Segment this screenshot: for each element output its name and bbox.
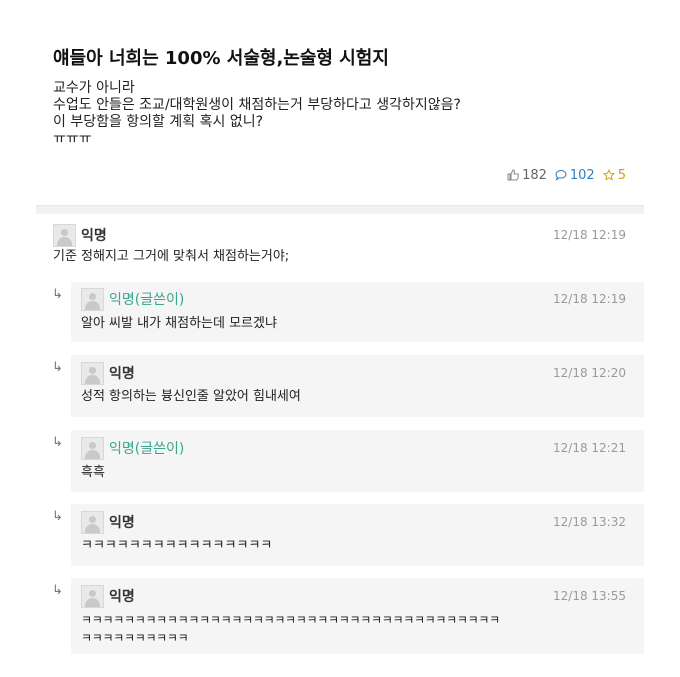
post-stats: 182 102 5: [507, 168, 626, 183]
reply-time: 12/18 13:55: [553, 589, 626, 603]
reply-author: 익명: [109, 515, 135, 531]
reply-author: 익명: [109, 589, 135, 605]
thumbs-up-icon: [507, 168, 519, 183]
comment-bubble-icon: [555, 169, 567, 183]
comment-time: 12/18 12:19: [553, 228, 626, 242]
anonymous-avatar-icon: [81, 511, 104, 534]
post-body: 교수가 아니라 수업도 안들은 조교/대학원생이 채점하는거 부당하다고 생각하…: [53, 80, 461, 148]
anonymous-avatar-icon: [81, 585, 104, 608]
post-title: 얘들아 너희는 100% 서술형,논술형 시험지: [53, 48, 389, 69]
reply-text: ㅋㅋㅋㅋㅋㅋㅋㅋㅋㅋㅋㅋㅋㅋㅋㅋ: [81, 538, 273, 553]
reply-author: 익명: [109, 366, 135, 382]
post-body-line: 이 부당함을 항의할 계획 혹시 없니?: [53, 114, 264, 130]
reply-arrow-icon: ↳: [52, 360, 63, 375]
post-body-line: ㅠㅠㅠ: [53, 131, 92, 147]
section-divider: [36, 205, 644, 214]
reply-arrow-icon: ↳: [52, 509, 63, 524]
star-icon: [602, 168, 615, 183]
reply-item: 익명(글쓴이) 12/18 12:21 흑흑: [71, 430, 644, 492]
reply-author: 익명(글쓴이): [109, 292, 185, 308]
reply-arrow-icon: ↳: [52, 287, 63, 302]
scrap-count: 5: [617, 168, 626, 183]
reply-arrow-icon: ↳: [52, 583, 63, 598]
reply-time: 12/18 12:19: [553, 292, 626, 306]
comment-text: 기준 정해지고 그거에 맞춰서 채점하는거야;: [53, 249, 290, 264]
reply-arrow-icon: ↳: [52, 435, 63, 450]
comment-count-button[interactable]: 102: [555, 168, 595, 183]
comment-count: 102: [569, 168, 595, 183]
reply-text-line: ㅋㅋㅋㅋㅋㅋㅋㅋㅋㅋ: [81, 631, 189, 645]
reply-text: 성적 항의하는 븅신인줄 알았어 힘내세여: [81, 389, 301, 404]
scrap-button[interactable]: 5: [602, 168, 626, 183]
comment-item: 익명 12/18 12:19 기준 정해지고 그거에 맞춰서 채점하는거야;: [36, 214, 644, 278]
anonymous-avatar-icon: [81, 288, 104, 311]
reply-text: 알아 씨발 내가 채점하는데 모르겠냐: [81, 316, 277, 331]
like-button[interactable]: 182: [507, 168, 547, 183]
post-body-line: 교수가 아니라: [53, 80, 135, 96]
anonymous-avatar-icon: [81, 437, 104, 460]
reply-time: 12/18 12:20: [553, 366, 626, 380]
reply-text-line: ㅋㅋㅋㅋㅋㅋㅋㅋㅋㅋㅋㅋㅋㅋㅋㅋㅋㅋㅋㅋㅋㅋㅋㅋㅋㅋㅋㅋㅋㅋㅋㅋㅋㅋㅋㅋㅋㅋㅋ: [81, 613, 500, 627]
reply-item: 익명 12/18 13:55 ㅋㅋㅋㅋㅋㅋㅋㅋㅋㅋㅋㅋㅋㅋㅋㅋㅋㅋㅋㅋㅋㅋㅋㅋㅋ…: [71, 578, 644, 654]
reply-item: 익명 12/18 13:32 ㅋㅋㅋㅋㅋㅋㅋㅋㅋㅋㅋㅋㅋㅋㅋㅋ: [71, 504, 644, 566]
reply-time: 12/18 13:32: [553, 515, 626, 529]
reply-item: 익명(글쓴이) 12/18 12:19 알아 씨발 내가 채점하는데 모르겠냐: [71, 282, 644, 342]
reply-time: 12/18 12:21: [553, 441, 626, 455]
comment-author: 익명: [81, 228, 107, 244]
post-body-line: 수업도 안들은 조교/대학원생이 채점하는거 부당하다고 생각하지않음?: [53, 97, 461, 113]
reply-author: 익명(글쓴이): [109, 441, 185, 457]
reply-item: 익명 12/18 12:20 성적 항의하는 븅신인줄 알았어 힘내세여: [71, 355, 644, 417]
like-count: 182: [522, 168, 547, 183]
anonymous-avatar-icon: [81, 362, 104, 385]
anonymous-avatar-icon: [53, 224, 76, 247]
reply-text: 흑흑: [81, 465, 105, 480]
